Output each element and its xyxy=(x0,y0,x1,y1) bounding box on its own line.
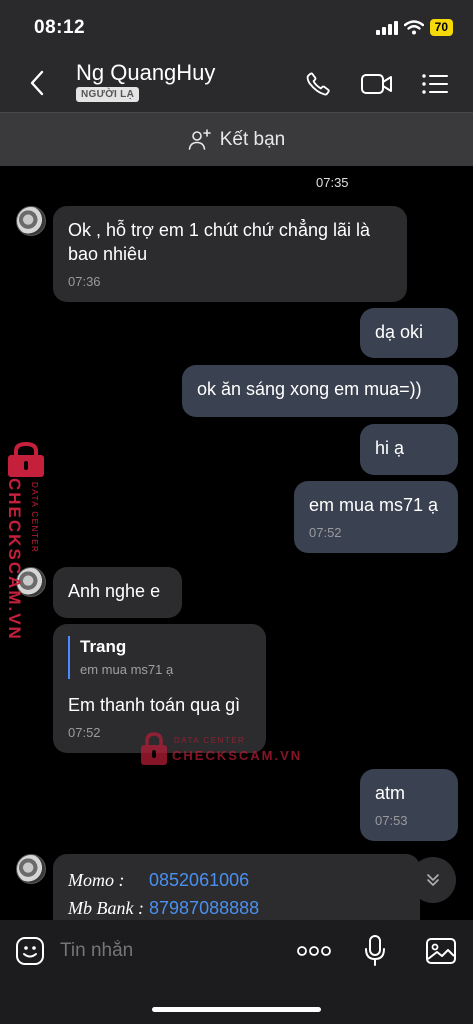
message-bubble-incoming[interactable]: Momo : 0852061006 Mb Bank : 87987088888 xyxy=(53,854,420,920)
contact-name[interactable]: Ng QuangHuy xyxy=(76,60,215,86)
message-bubble-incoming[interactable]: Ok , hỗ trợ em 1 chút chứ chẳng lãi là b… xyxy=(53,206,407,302)
sticker-icon xyxy=(16,937,44,965)
quoted-message[interactable]: Trang em mua ms71 ạ xyxy=(68,636,251,679)
watermark-tagline: DATA CENTER xyxy=(30,482,39,554)
add-friend-button[interactable]: Kết bạn xyxy=(0,112,473,166)
message-text: Anh nghe e xyxy=(68,581,161,601)
quote-text: em mua ms71 ạ xyxy=(80,662,174,677)
message-input[interactable] xyxy=(60,940,260,962)
message-text: hi ạ xyxy=(375,438,405,458)
video-call-icon xyxy=(361,74,392,94)
message-text: dạ oki xyxy=(375,322,424,342)
menu-icon xyxy=(422,74,448,94)
watermark-brand: CHECKSCAM.VN xyxy=(172,748,303,763)
message-bubble-outgoing[interactable]: atm 07:53 xyxy=(360,769,458,841)
lock-logo-icon xyxy=(8,442,44,477)
add-friend-icon xyxy=(188,128,211,150)
status-time: 08:12 xyxy=(34,17,86,38)
message-bubble-outgoing[interactable]: dạ oki xyxy=(360,308,458,358)
message-text: Em thanh toán qua gì xyxy=(68,695,241,715)
menu-button[interactable] xyxy=(419,68,451,100)
avatar[interactable] xyxy=(16,854,46,884)
phone-icon xyxy=(306,72,330,96)
watermark-center: DATA CENTER CHECKSCAM.VN xyxy=(140,732,300,772)
back-button[interactable] xyxy=(22,68,52,98)
message-bubble-incoming[interactable]: Anh nghe e xyxy=(53,567,182,618)
message-time: 07:52 xyxy=(309,525,342,540)
message-input-bar xyxy=(0,920,473,1024)
account-number-link[interactable]: 87987088888 xyxy=(149,898,259,918)
chat-area[interactable]: 07:35 Ok , hỗ trợ em 1 chút chứ chẳng lã… xyxy=(0,166,473,920)
payment-label: Momo : xyxy=(68,870,125,890)
more-icon xyxy=(297,946,331,956)
message-bubble-outgoing[interactable]: hi ạ xyxy=(360,424,458,475)
photo-button[interactable] xyxy=(424,934,458,968)
watermark-brand: CHECKSCAM.VN xyxy=(5,478,24,641)
message-text: Ok , hỗ trợ em 1 chút chứ chẳng lãi là b… xyxy=(68,220,370,264)
phone-number-link[interactable]: 0852061006 xyxy=(149,870,249,890)
message-text: em mua ms71 ạ xyxy=(309,495,439,515)
chat-header: Ng QuangHuy NGƯỜI LẠ xyxy=(0,56,473,112)
status-icons: 70 xyxy=(375,19,453,36)
scroll-to-bottom-button[interactable] xyxy=(410,857,456,903)
chevron-down-icon xyxy=(427,874,439,886)
status-bar: 08:12 70 xyxy=(0,0,473,56)
message-bubble-outgoing[interactable]: em mua ms71 ạ 07:52 xyxy=(294,481,458,553)
message-time: 07:53 xyxy=(375,813,408,828)
sticker-button[interactable] xyxy=(14,934,46,968)
microphone-icon xyxy=(365,935,385,966)
back-icon xyxy=(30,70,44,96)
payment-label: Mb Bank : xyxy=(68,898,144,918)
message-text: atm xyxy=(375,783,406,803)
wifi-icon xyxy=(403,20,424,35)
battery-indicator: 70 xyxy=(429,19,453,36)
payment-row: Momo : 0852061006 xyxy=(68,866,405,894)
lock-logo-icon xyxy=(141,732,167,765)
watermark-tagline: DATA CENTER xyxy=(174,736,246,745)
payment-row: Mb Bank : 87987088888 xyxy=(68,894,405,920)
image-icon xyxy=(426,938,456,964)
stranger-badge: NGƯỜI LẠ xyxy=(76,87,140,102)
message-text: ok ăn sáng xong em mua=)) xyxy=(197,379,422,399)
voice-button[interactable] xyxy=(360,934,390,968)
more-button[interactable] xyxy=(296,934,332,968)
add-friend-label: Kết bạn xyxy=(219,128,286,150)
time-separator: 07:35 xyxy=(316,175,349,190)
call-button[interactable] xyxy=(302,68,334,100)
signal-icon xyxy=(375,20,398,35)
avatar[interactable] xyxy=(16,206,46,236)
message-bubble-outgoing[interactable]: ok ăn sáng xong em mua=)) xyxy=(182,365,458,417)
message-time: 07:36 xyxy=(68,274,101,289)
video-call-button[interactable] xyxy=(358,68,396,100)
home-indicator xyxy=(152,1007,321,1012)
quote-author: Trang xyxy=(80,637,127,656)
watermark-side: CHECKSCAM.VN DATA CENTER xyxy=(4,442,50,641)
